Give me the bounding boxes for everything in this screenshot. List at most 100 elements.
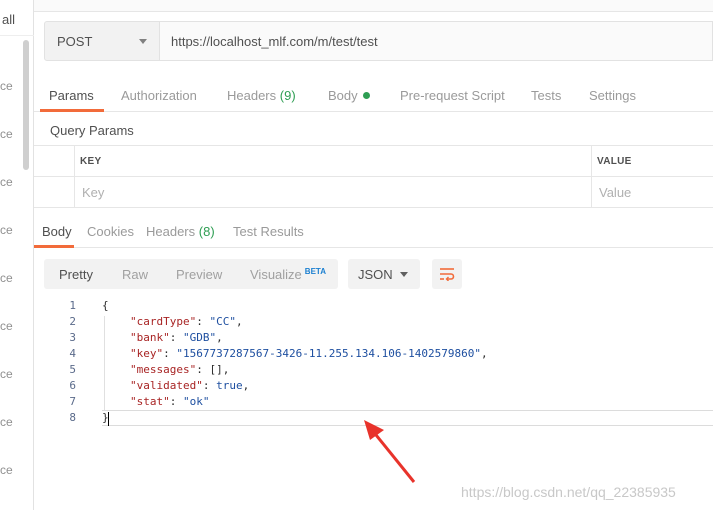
annotation-arrow-icon: [364, 420, 416, 483]
sidebar-item[interactable]: ce: [0, 175, 13, 189]
response-headers-count-badge: (8): [198, 224, 215, 239]
response-tabs: Body Cookies Headers (8) Test Results: [34, 214, 713, 248]
value-input[interactable]: Value: [599, 177, 631, 208]
line-number: 7: [69, 395, 76, 408]
tab-headers-label: Headers: [227, 88, 277, 103]
column-divider: [74, 146, 75, 177]
json-key: "key": [130, 347, 164, 360]
wrap-lines-icon: [440, 268, 455, 281]
tab-authorization[interactable]: Authorization: [121, 88, 197, 103]
chevron-down-icon: [400, 272, 408, 277]
tab-prerequest-script[interactable]: Pre-request Script: [400, 88, 505, 103]
code-line: 3 "bank": "GDB",: [34, 330, 713, 346]
tab-response-body[interactable]: Body: [42, 224, 72, 239]
sidebar-item[interactable]: ce: [0, 223, 13, 237]
column-divider: [591, 177, 592, 208]
sidebar-header-label: all: [2, 12, 16, 27]
url-text: https://localhost_mlf.com/m/test/test: [171, 33, 378, 49]
sidebar-item[interactable]: ce: [0, 79, 13, 93]
json-key: "cardType": [130, 315, 197, 328]
query-params-table: KEY VALUE Key Value: [34, 145, 713, 208]
line-number: 2: [69, 315, 76, 328]
key-input[interactable]: Key: [82, 177, 104, 208]
code-line: 4 "key": "1567737287567-3426-11.255.134.…: [34, 346, 713, 362]
sidebar-item[interactable]: ce: [0, 127, 13, 141]
sidebar-item[interactable]: ce: [0, 463, 13, 477]
method-select[interactable]: POST: [44, 21, 160, 61]
sidebar-divider: [0, 35, 34, 36]
json-value: "CC": [209, 315, 236, 328]
code-text: "messages": [],: [130, 363, 230, 376]
pretty-button[interactable]: Pretty: [59, 267, 93, 282]
json-value: "1567737287567-3426-11.255.134.106-14025…: [176, 347, 482, 360]
line-number: 4: [69, 347, 76, 360]
collections-sidebar: all ce ce ce ce ce ce ce ce ce: [0, 0, 34, 510]
visualize-button[interactable]: Visualize BETA: [250, 267, 326, 282]
beta-badge: BETA: [304, 267, 326, 276]
value-column-header: VALUE: [597, 156, 632, 167]
tab-body[interactable]: Body: [328, 88, 370, 103]
json-value: []: [209, 363, 223, 376]
json-punct: ,: [235, 315, 243, 328]
sidebar-scrollbar[interactable]: [23, 40, 29, 170]
watermark-text: https://blog.csdn.net/qq_22385935: [461, 484, 676, 500]
tab-params[interactable]: Params: [49, 88, 94, 103]
json-key: "messages": [130, 363, 197, 376]
sidebar-item[interactable]: ce: [0, 415, 13, 429]
table-header-row: KEY VALUE: [34, 146, 713, 177]
sidebar-item[interactable]: ce: [0, 367, 13, 381]
tab-settings[interactable]: Settings: [589, 88, 636, 103]
json-value: "GDB": [183, 331, 217, 344]
json-key: "bank": [130, 331, 170, 344]
code-text: "stat": "ok": [130, 395, 210, 408]
json-punct: ,: [222, 363, 230, 376]
headers-count-badge: (9): [279, 88, 296, 103]
column-divider: [74, 177, 75, 208]
sidebar-item[interactable]: ce: [0, 319, 13, 333]
code-line: 1 {: [34, 298, 713, 314]
wrap-lines-button[interactable]: [432, 259, 462, 289]
json-value: "ok": [183, 395, 210, 408]
json-punct: ,: [242, 379, 250, 392]
body-indicator-dot: [362, 92, 370, 99]
tab-headers[interactable]: Headers (9): [227, 88, 296, 103]
code-text: "key": "1567737287567-3426-11.255.134.10…: [130, 347, 488, 360]
sidebar-item[interactable]: ce: [0, 271, 13, 285]
code-line: 5 "messages": [],: [34, 362, 713, 378]
code-line: 6 "validated": true,: [34, 378, 713, 394]
tab-response-headers[interactable]: Headers (8): [146, 224, 215, 239]
json-key: "stat": [130, 395, 170, 408]
tab-cookies[interactable]: Cookies: [87, 224, 134, 239]
query-params-title: Query Params: [50, 123, 134, 138]
tab-tests[interactable]: Tests: [531, 88, 561, 103]
json-punct: ,: [481, 347, 488, 360]
request-tabs: Params Authorization Headers (9) Body Pr…: [34, 78, 713, 112]
format-select[interactable]: JSON: [348, 259, 420, 289]
view-mode-group: Pretty Raw Preview Visualize BETA: [44, 259, 338, 289]
line-number: 6: [69, 379, 76, 392]
key-column-header: KEY: [80, 156, 102, 167]
tab-body-label: Body: [328, 88, 358, 103]
tab-response-headers-label: Headers: [146, 224, 196, 239]
line-number: 1: [69, 299, 76, 312]
column-divider: [591, 146, 592, 177]
code-text: "bank": "GDB",: [130, 331, 223, 344]
code-text: "validated": true,: [130, 379, 250, 392]
raw-button[interactable]: Raw: [122, 267, 148, 282]
code-text: {: [102, 299, 109, 312]
line-number: 5: [69, 363, 76, 376]
chevron-down-icon: [139, 39, 147, 44]
tab-test-results[interactable]: Test Results: [233, 224, 304, 239]
top-strip: [34, 0, 713, 12]
json-key: "validated": [130, 379, 203, 392]
preview-button[interactable]: Preview: [176, 267, 222, 282]
json-punct: ,: [216, 331, 223, 344]
method-label: POST: [57, 33, 93, 49]
active-tab-indicator: [34, 245, 74, 248]
visualize-label: Visualize: [250, 267, 302, 282]
line-number: 3: [69, 331, 76, 344]
code-line: 7 "stat": "ok": [34, 394, 713, 410]
url-input[interactable]: https://localhost_mlf.com/m/test/test: [160, 21, 713, 61]
table-row: Key Value: [34, 177, 713, 208]
code-line: 2 "cardType": "CC",: [34, 314, 713, 330]
